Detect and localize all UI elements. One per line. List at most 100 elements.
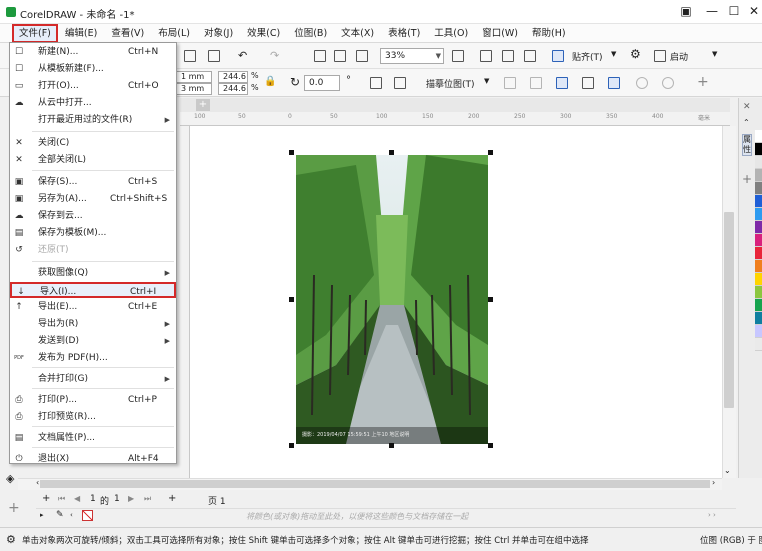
mirror-vertical-icon[interactable] <box>394 77 406 89</box>
launch-icon[interactable] <box>654 50 666 62</box>
palette-swatch[interactable] <box>755 156 762 169</box>
menu-window[interactable]: 窗口(W) <box>475 24 525 43</box>
vertical-scroll-thumb[interactable] <box>724 212 734 408</box>
mask-icon[interactable] <box>636 77 648 89</box>
palette-menu-icon[interactable]: ▸ <box>40 511 44 519</box>
undo-icon[interactable]: ↶ <box>238 49 247 62</box>
docker-close-icon[interactable]: ✕ <box>743 102 751 112</box>
file-menu-item[interactable]: ▤ 文档属性(P)... <box>10 430 176 446</box>
show-grid-icon[interactable] <box>502 50 514 62</box>
file-menu-item[interactable]: 合并打印(G) ▶ <box>10 371 176 387</box>
docker-scroll-up-icon[interactable]: ⌃ <box>743 118 750 127</box>
file-menu-item[interactable]: ▤ 保存为模板(M)... <box>10 225 176 241</box>
close-button[interactable]: ✕ <box>746 3 762 19</box>
menu-file[interactable]: 文件(F) <box>12 24 58 43</box>
maximize-button[interactable]: ☐ <box>726 3 742 19</box>
selection-handle[interactable] <box>289 150 294 155</box>
palette-swatch[interactable] <box>755 234 762 247</box>
menu-tools[interactable]: 工具(O) <box>427 24 475 43</box>
object-height-field[interactable]: 3 mm <box>176 83 212 95</box>
frame-icon[interactable] <box>582 77 594 89</box>
palette-swatch[interactable] <box>755 286 762 299</box>
lock-ratio-icon[interactable]: 🔒 <box>264 76 276 87</box>
gear-icon[interactable]: ⚙ <box>630 47 641 61</box>
scale-x-field[interactable]: 244.6 <box>218 71 248 83</box>
menu-object[interactable]: 对象(J) <box>197 24 240 43</box>
selection-handle[interactable] <box>289 443 294 448</box>
chevron-down-icon[interactable]: ▼ <box>712 50 717 58</box>
chevron-left-icon[interactable]: ‹ <box>70 511 73 519</box>
menu-help[interactable]: 帮助(H) <box>525 24 573 43</box>
vertical-ruler[interactable] <box>180 126 190 478</box>
file-menu-item[interactable]: PDF 发布为 PDF(H)... <box>10 350 176 366</box>
selection-handle[interactable] <box>389 443 394 448</box>
snap-to-label[interactable]: 贴齐(T) <box>572 50 603 63</box>
file-menu-item[interactable]: ▣ 保存(S)... Ctrl+S <box>10 174 176 190</box>
file-menu-item[interactable]: ⏻ 退出(X) Alt+F4 <box>10 451 176 467</box>
scale-y-field[interactable]: 244.6 <box>218 83 248 95</box>
full-screen-icon[interactable] <box>452 50 464 62</box>
file-menu-item[interactable]: ✕ 关闭(C) <box>10 135 176 151</box>
edit-bitmap-icon[interactable] <box>530 77 542 89</box>
copy-icon[interactable] <box>184 50 196 62</box>
palette-swatch[interactable] <box>755 299 762 312</box>
file-menu-item[interactable]: ↑ 导出(E)... Ctrl+E <box>10 299 176 315</box>
previous-page-icon[interactable]: ◀ <box>74 494 80 503</box>
file-menu-item[interactable]: ▭ 打开(O)... Ctrl+O <box>10 78 176 94</box>
launch-label[interactable]: 启动 <box>670 50 688 63</box>
first-page-icon[interactable]: ⏮ <box>58 494 65 504</box>
fill-tool-icon[interactable]: ◈ <box>6 472 14 485</box>
file-menu-item[interactable]: ⎙ 打印(P)... Ctrl+P <box>10 392 176 408</box>
file-menu-item[interactable]: ↓ 导入(I)... Ctrl+I <box>10 282 176 298</box>
file-menu-item[interactable]: ↺ 还原(T) <box>10 242 176 258</box>
file-menu-item[interactable]: ✕ 全部关闭(L) <box>10 152 176 168</box>
import-toolbar-icon[interactable] <box>314 50 326 62</box>
palette-swatch[interactable] <box>755 169 762 182</box>
selection-handle[interactable] <box>488 150 493 155</box>
menu-table[interactable]: 表格(T) <box>381 24 427 43</box>
palette-swatch[interactable] <box>755 247 762 260</box>
file-menu-item[interactable]: ☁ 保存到云... <box>10 208 176 224</box>
menu-edit[interactable]: 编辑(E) <box>58 24 104 43</box>
file-menu-item[interactable]: 打开最近用过的文件(R) ▶ <box>10 112 176 128</box>
gear-icon[interactable]: ⚙ <box>6 533 16 546</box>
show-guidelines-icon[interactable] <box>524 50 536 62</box>
imported-photo[interactable]: 摄影：2019/04/07 15:59:51 上午10 地区说明 <box>296 155 488 444</box>
selection-handle[interactable] <box>389 150 394 155</box>
file-menu-item[interactable]: 获取图像(Q) ▶ <box>10 265 176 281</box>
file-menu-item[interactable]: 发送到(D) ▶ <box>10 333 176 349</box>
add-page-before-icon[interactable]: + <box>42 493 50 504</box>
resample-icon[interactable] <box>556 77 568 89</box>
palette-swatch[interactable] <box>755 208 762 221</box>
chevron-down-icon[interactable]: ▼ <box>484 77 489 85</box>
export-toolbar-icon[interactable] <box>334 50 346 62</box>
publish-pdf-icon[interactable] <box>356 50 368 62</box>
crop-bitmap-icon[interactable] <box>504 77 516 89</box>
minimize-button[interactable]: — <box>704 3 720 19</box>
mirror-horizontal-icon[interactable] <box>370 77 382 89</box>
palette-swatch[interactable] <box>755 182 762 195</box>
rotation-angle-field[interactable]: 0.0 <box>304 75 340 91</box>
horizontal-ruler[interactable]: 100 50 0 50 100 150 200 250 300 350 400 … <box>180 112 730 126</box>
properties-docker-tab[interactable]: 属性 <box>742 134 752 156</box>
menu-bitmaps[interactable]: 位图(B) <box>287 24 334 43</box>
add-document-tab-icon[interactable]: + <box>196 99 210 111</box>
next-page-icon[interactable]: ▶ <box>128 494 134 503</box>
palette-swatch[interactable] <box>755 273 762 286</box>
show-rulers-icon[interactable] <box>480 50 492 62</box>
selection-handle[interactable] <box>488 443 493 448</box>
palette-swatch[interactable] <box>755 195 762 208</box>
add-page-after-icon[interactable]: + <box>168 493 176 504</box>
selection-handle[interactable] <box>289 297 294 302</box>
file-menu-item[interactable]: ☐ 新建(N)... Ctrl+N <box>10 44 176 60</box>
eyedropper-icon[interactable]: ✎ <box>56 510 64 520</box>
redo-icon[interactable]: ↷ <box>270 49 279 62</box>
scroll-left-icon[interactable]: ‹ <box>36 478 39 487</box>
chevron-down-icon[interactable]: ▼ <box>611 50 616 58</box>
scroll-down-icon[interactable]: ⌄ <box>724 466 731 475</box>
no-color-swatch[interactable] <box>82 510 93 521</box>
file-menu-item[interactable]: ☐ 从模板新建(F)... <box>10 61 176 77</box>
palette-swatch[interactable] <box>755 143 762 156</box>
file-menu-item[interactable]: ▣ 另存为(A)... Ctrl+Shift+S <box>10 191 176 207</box>
menu-layout[interactable]: 布局(L) <box>151 24 197 43</box>
